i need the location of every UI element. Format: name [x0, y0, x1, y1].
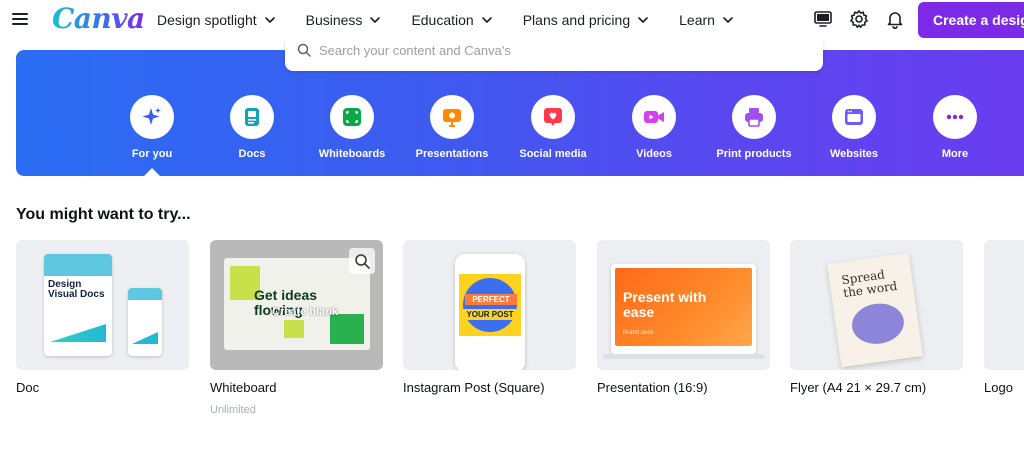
category-label: Social media	[519, 148, 587, 160]
chevron-down-icon	[723, 17, 733, 23]
suggestion-card-presentation[interactable]: Present with ease Brand deck Presentatio…	[597, 240, 770, 395]
nav-learn[interactable]: Learn	[679, 12, 734, 28]
whiteboard-icon	[330, 95, 374, 139]
suggestion-card-doc[interactable]: Design Visual Docs Doc	[16, 240, 189, 395]
chevron-down-icon	[481, 17, 492, 23]
category-label: Videos	[636, 148, 672, 160]
gear-icon[interactable]	[848, 8, 870, 30]
category-for-you[interactable]: For you	[102, 95, 202, 160]
website-icon	[832, 95, 876, 139]
suggestion-card-whiteboard[interactable]: Get ideas flowing Create blank Whiteboar…	[210, 240, 383, 416]
category-label: For you	[131, 148, 173, 160]
top-navigation-bar: Canva Design spotlight Business Educatio…	[0, 0, 1024, 40]
flyer-thumbnail: Spread the word	[790, 240, 963, 370]
search-icon	[297, 43, 311, 57]
nav-education[interactable]: Education	[411, 12, 492, 28]
presentation-thumb-subtitle: Brand deck	[623, 330, 654, 336]
preview-search-icon[interactable]	[349, 248, 375, 274]
category-label: Print products	[716, 148, 792, 160]
doc-icon	[230, 95, 274, 139]
nav-label: Design spotlight	[157, 12, 257, 28]
category-label: Websites	[829, 148, 879, 160]
card-name: Logo	[984, 380, 1013, 395]
card-subtitle: Unlimited	[210, 404, 256, 416]
hamburger-menu-icon[interactable]	[10, 10, 30, 28]
category-label: Docs	[238, 148, 266, 160]
presentation-thumb-title: Present with ease	[623, 289, 707, 320]
suggestion-card-flyer[interactable]: Spread the word Flyer (A4 21 × 29.7 cm)	[790, 240, 963, 395]
create-a-design-button[interactable]: Create a design	[918, 2, 1024, 38]
category-label: More	[941, 148, 969, 160]
card-name: Flyer (A4 21 × 29.7 cm)	[790, 380, 927, 395]
chevron-down-icon	[264, 17, 275, 23]
category-whiteboards[interactable]: Whiteboards	[302, 95, 402, 160]
category-label: Whiteboards	[318, 148, 386, 160]
card-name: Instagram Post (Square)	[403, 380, 545, 395]
sparkle-icon	[130, 95, 174, 139]
presentation-thumbnail: Present with ease Brand deck	[597, 240, 770, 370]
nav-label: Learn	[679, 12, 715, 28]
bell-icon[interactable]	[884, 8, 906, 30]
video-icon	[632, 95, 676, 139]
doc-thumb-title: Design Visual Docs	[48, 279, 105, 300]
more-icon	[933, 95, 977, 139]
heart-icon	[531, 95, 575, 139]
category-label: Presentations	[415, 148, 489, 160]
whiteboard-thumb-overlay: Create blank	[272, 306, 339, 318]
section-title: You might want to try...	[16, 206, 191, 223]
selected-category-indicator	[144, 168, 160, 176]
suggestion-card-instagram-post[interactable]: PERFECT YOUR POST Instagram Post (Square…	[403, 240, 576, 395]
flyer-thumb-title: Spread the word	[840, 267, 899, 301]
category-docs[interactable]: Docs	[202, 95, 302, 160]
whiteboard-thumbnail: Get ideas flowing Create blank	[210, 240, 383, 370]
suggestion-card-logo[interactable]: Logo	[984, 240, 1024, 395]
chevron-down-icon	[638, 17, 648, 23]
search-input[interactable]: Search your content and Canva's	[285, 40, 823, 71]
nav-label: Business	[305, 12, 363, 28]
category-presentations[interactable]: Presentations	[402, 95, 502, 160]
card-name: Presentation (16:9)	[597, 380, 708, 395]
card-name: Doc	[16, 380, 40, 395]
nav-plans-and-pricing[interactable]: Plans and pricing	[523, 12, 649, 28]
search-placeholder: Search your content and Canva's	[319, 43, 511, 58]
desktop-icon[interactable]	[812, 8, 834, 30]
category-videos[interactable]: Videos	[604, 95, 704, 160]
category-print-products[interactable]: Print products	[704, 95, 804, 160]
main-nav-menu: Design spotlight Business Education Plan…	[157, 0, 734, 40]
nav-business[interactable]: Business	[306, 12, 382, 28]
printer-icon	[732, 95, 776, 139]
nav-label: Plans and pricing	[522, 12, 631, 28]
category-social-media[interactable]: Social media	[503, 95, 603, 160]
instagram-post-thumbnail: PERFECT YOUR POST	[403, 240, 576, 370]
presentation-icon	[430, 95, 474, 139]
chevron-down-icon	[370, 17, 381, 23]
instagram-thumb-line1: PERFECT	[465, 294, 517, 305]
category-more[interactable]: More	[905, 95, 1005, 160]
card-name: Whiteboard	[210, 380, 277, 395]
doc-thumbnail: Design Visual Docs	[16, 240, 189, 370]
logo-thumbnail	[984, 240, 1024, 370]
top-right-icons	[812, 8, 920, 30]
category-websites[interactable]: Websites	[804, 95, 904, 160]
canva-logo[interactable]: Canva	[52, 0, 145, 38]
nav-design-spotlight[interactable]: Design spotlight	[157, 12, 276, 28]
instagram-thumb-line2: YOUR POST	[461, 309, 519, 320]
nav-label: Education	[411, 12, 474, 28]
